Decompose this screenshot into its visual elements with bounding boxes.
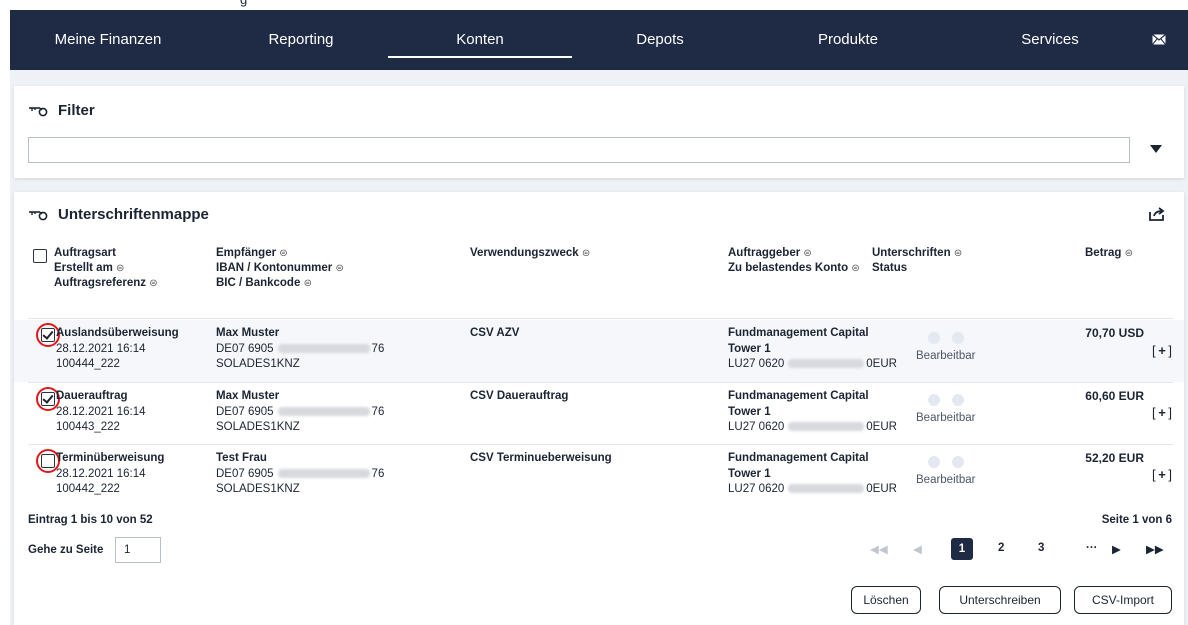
expand-plus-icon[interactable]: + [1152,344,1172,360]
nav-reporting[interactable]: Reporting [246,10,356,70]
filter-header: Filter [28,102,95,119]
signature-dot-icon [952,456,964,468]
header-col-orderer[interactable]: Auftraggeber ⊜ Zu belastendes Konto ⊜ [728,246,860,276]
table-row[interactable]: Dauerauftrag 28.12.2021 16:14 100443_222… [14,384,1184,446]
redacted-account [788,484,865,494]
signature-indicators [928,332,964,344]
row-checkbox[interactable] [41,392,55,406]
recipient-info: Max Muster DE07 6905 76 SOLADES1KNZ [216,327,385,370]
status-text: Bearbeitbar [916,350,976,362]
goto-page-label: Gehe zu Seite [28,544,104,556]
caret-down-icon[interactable] [1150,144,1162,154]
signature-dot-icon [928,456,940,468]
sort-icon: ⊜ [149,278,158,289]
nav-services[interactable]: Services [1000,10,1100,70]
signature-dot-icon [928,394,940,406]
recipient-info: Max Muster DE07 6905 76 SOLADES1KNZ [216,390,385,433]
sort-icon: ⊜ [116,263,125,274]
order-info: Terminüberweisung 28.12.2021 16:14 10044… [56,452,165,495]
signature-dot-icon [952,332,964,344]
envelope-icon[interactable] [1152,34,1166,45]
browser-tab-fragment: g [240,0,247,10]
signature-dot-icon [928,332,940,344]
redacted-iban [277,343,370,353]
expand-plus-icon[interactable]: + [1152,406,1172,422]
key-icon [29,106,48,116]
sort-icon: ⊜ [303,278,312,289]
signature-folder-panel: Unterschriftenmappe Auftragsart Erstellt… [14,192,1184,625]
status-text: Bearbeitbar [916,412,976,424]
header-separator [28,318,1173,319]
signature-folder-title: Unterschriftenmappe [58,206,209,223]
header-col-order-type[interactable]: Auftragsart Erstellt am ⊜ Auftragsrefere… [54,246,158,291]
sort-icon: ⊜ [335,263,344,274]
amount: 60,60 EUR [1085,389,1144,403]
purpose: CSV AZV [470,327,520,339]
expand-plus-icon[interactable]: + [1152,468,1172,484]
header-col-amount[interactable]: Betrag ⊜ [1085,246,1133,261]
sort-icon: ⊜ [803,248,812,259]
orderer-info: Fundmanagement Capital Tower 1 LU27 0620… [728,327,897,370]
filter-input[interactable] [28,137,1130,163]
filter-panel: Filter [14,86,1184,178]
pagination-page-2[interactable]: 2 [998,542,1004,554]
filter-title: Filter [58,102,95,119]
sort-icon: ⊜ [1124,248,1134,259]
amount: 52,20 EUR [1085,451,1144,465]
select-all-checkbox[interactable] [33,249,47,263]
redacted-iban [277,406,370,416]
previous-page-icon[interactable]: ◀ [913,542,922,556]
orderer-info: Fundmanagement Capital Tower 1 LU27 0620… [728,452,897,495]
signature-indicators [928,456,964,468]
amount: 70,70 USD [1085,326,1144,340]
redacted-account [788,422,865,432]
pagination-ellipsis[interactable]: ··· [1086,542,1098,554]
table-row[interactable]: Auslandsüberweisung 28.12.2021 16:14 100… [14,320,1184,382]
signature-indicators [928,394,964,406]
status-text: Bearbeitbar [916,474,976,486]
first-page-icon[interactable]: ◀◀ [870,542,888,556]
sort-icon: ⊜ [851,263,860,274]
header-col-purpose[interactable]: Verwendungszweck ⊜ [470,246,590,261]
sort-icon: ⊜ [581,248,591,259]
row-checkbox[interactable] [41,328,55,342]
nav-konten[interactable]: Konten [388,10,572,70]
orderer-info: Fundmanagement Capital Tower 1 LU27 0620… [728,390,897,433]
header-col-signatures[interactable]: Unterschriften ⊜ Status [872,246,962,276]
table-row[interactable]: Terminüberweisung 28.12.2021 16:14 10044… [14,446,1184,506]
signature-dot-icon [952,394,964,406]
pagination-page-current[interactable]: 1 [951,538,973,560]
pagination-page-3[interactable]: 3 [1038,542,1044,554]
main-navigation: Meine Finanzen Reporting Konten Depots P… [10,10,1188,70]
row-checkbox[interactable] [41,454,55,468]
row-separator [28,382,1173,383]
order-info: Dauerauftrag 28.12.2021 16:14 100443_222 [56,390,146,433]
key-icon [29,210,48,220]
row-separator [28,444,1173,445]
next-page-icon[interactable]: ▶ [1112,542,1121,556]
sort-icon: ⊜ [279,248,288,259]
sort-icon: ⊜ [953,248,963,259]
redacted-iban [277,468,370,478]
recipient-info: Test Frau DE07 6905 76 SOLADES1KNZ [216,452,385,495]
page-info: Seite 1 von 6 [1101,514,1172,526]
signature-folder-header: Unterschriftenmappe [28,206,209,223]
sign-button[interactable]: Unterschreiben [939,586,1061,614]
last-page-icon[interactable]: ▶▶ [1146,542,1164,556]
purpose: CSV Terminueberweisung [470,452,612,464]
nav-meine-finanzen[interactable]: Meine Finanzen [48,10,168,70]
order-info: Auslandsüberweisung 28.12.2021 16:14 100… [56,327,179,370]
delete-button[interactable]: Löschen [851,586,921,614]
export-icon[interactable] [1148,206,1166,222]
nav-depots[interactable]: Depots [610,10,710,70]
nav-produkte[interactable]: Produkte [798,10,898,70]
csv-import-button[interactable]: CSV-Import [1074,586,1172,614]
header-col-recipient[interactable]: Empfänger ⊜ IBAN / Kontonummer ⊜ BIC / B… [216,246,344,291]
redacted-account [788,359,865,369]
purpose: CSV Dauerauftrag [470,390,569,402]
entry-info: Eintrag 1 bis 10 von 52 [28,514,153,526]
goto-page-input[interactable]: 1 [115,537,161,563]
